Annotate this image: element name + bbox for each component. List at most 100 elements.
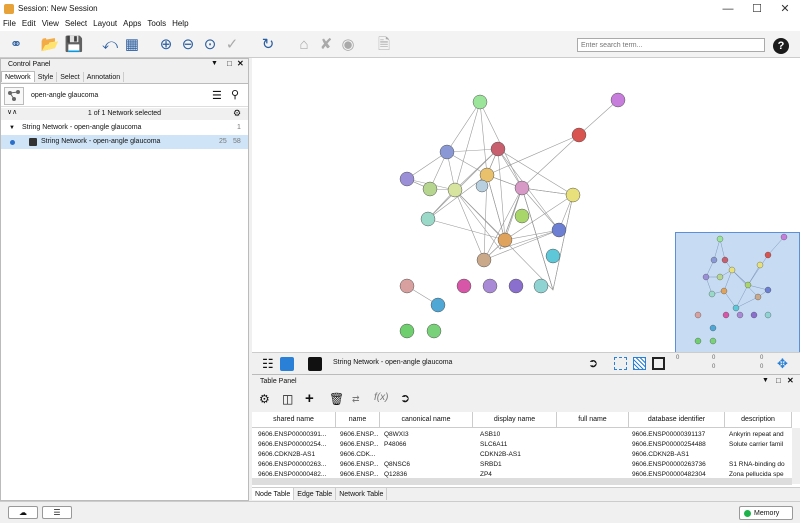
- col-name[interactable]: name: [336, 412, 380, 428]
- table-cell[interactable]: Solute carrier famil: [729, 440, 789, 449]
- table-cell[interactable]: 9606.ENSP00000263736: [632, 460, 724, 469]
- table-cell[interactable]: 9606.ENSP00000254488: [632, 440, 724, 449]
- node[interactable]: [439, 144, 455, 160]
- tab-style[interactable]: Style: [35, 72, 58, 82]
- export-icon[interactable]: 🗎: [374, 35, 394, 55]
- tree-child-row[interactable]: String Network - open-angle glaucoma 25 …: [1, 135, 248, 149]
- node[interactable]: [422, 181, 438, 197]
- maximize-button[interactable]: ☐: [742, 0, 772, 18]
- menu-tools[interactable]: Tools: [144, 18, 169, 28]
- memory-button[interactable]: Memory: [739, 506, 793, 520]
- col-canonical-name[interactable]: canonical name: [380, 412, 473, 428]
- table-cell[interactable]: [384, 450, 470, 459]
- table-cell[interactable]: Q8NSC6: [384, 460, 470, 469]
- tab-network-table[interactable]: Network Table: [336, 488, 388, 500]
- table-scrollbar[interactable]: [792, 428, 800, 484]
- task-list-icon[interactable]: ☰: [42, 506, 72, 519]
- node[interactable]: [545, 248, 561, 264]
- float-icon[interactable]: □: [776, 376, 781, 385]
- node[interactable]: [514, 180, 530, 196]
- query-source-icon[interactable]: [4, 87, 24, 105]
- edit-network-icon[interactable]: [308, 357, 322, 371]
- zoom-out-icon[interactable]: ⊖: [178, 35, 198, 55]
- table-row[interactable]: 9606.ENSP00000254... 9606.ENSP... P48066 SL…: [252, 440, 792, 450]
- node[interactable]: [565, 187, 581, 203]
- show-icon[interactable]: ◉: [338, 35, 358, 55]
- close-panel-icon[interactable]: ✕: [237, 59, 244, 68]
- select-edges-icon[interactable]: [633, 357, 646, 370]
- gear-icon[interactable]: ⚙: [233, 108, 241, 119]
- table-cell[interactable]: [729, 450, 789, 459]
- hide-icon[interactable]: ✘: [316, 35, 336, 55]
- table-cell[interactable]: [561, 440, 627, 449]
- zoom-in-icon[interactable]: ⊕: [156, 35, 176, 55]
- zoom-fit-icon[interactable]: ⊙: [200, 35, 220, 55]
- table-cell[interactable]: 9606.ENSP...: [340, 440, 380, 449]
- table-cell[interactable]: Ankyrin repeat and: [729, 430, 789, 439]
- table-cell[interactable]: 9606.CDK...: [340, 450, 380, 459]
- share-network-icon[interactable]: [280, 357, 294, 371]
- table-cell[interactable]: 9606.ENSP...: [340, 430, 380, 439]
- tab-edge-table[interactable]: Edge Table: [294, 488, 337, 500]
- gear-icon[interactable]: ⚙: [259, 392, 270, 406]
- zoom-selected-icon[interactable]: ✓: [222, 35, 242, 55]
- node[interactable]: [447, 182, 463, 198]
- table-cell[interactable]: S1 RNA-binding do: [729, 460, 789, 469]
- dropdown-icon[interactable]: ▼: [211, 60, 218, 67]
- node[interactable]: [514, 208, 530, 224]
- node[interactable]: [571, 127, 587, 143]
- table-cell[interactable]: 9606.ENSP...: [340, 460, 380, 469]
- grid-view-icon[interactable]: ☷: [262, 356, 274, 372]
- table-cell[interactable]: 9606.ENSP00000263...: [258, 460, 336, 469]
- horizontal-scrollbar[interactable]: [252, 478, 792, 485]
- table-cell[interactable]: 9606.ENSP00000391137: [632, 430, 724, 439]
- import-table-icon[interactable]: ▦: [122, 35, 142, 55]
- node[interactable]: [430, 297, 446, 313]
- add-column-icon[interactable]: +: [305, 390, 314, 407]
- node[interactable]: [476, 252, 492, 268]
- export-image-icon[interactable]: ➲: [588, 356, 598, 370]
- menu-file[interactable]: File: [0, 18, 19, 28]
- col-shared-name[interactable]: shared name: [252, 412, 336, 428]
- col-display-name[interactable]: display name: [473, 412, 557, 428]
- close-panel-icon[interactable]: ✕: [787, 376, 794, 385]
- table-cell[interactable]: CDKN2B-AS1: [480, 450, 556, 459]
- new-session-icon[interactable]: ⚭: [6, 35, 26, 55]
- node[interactable]: [490, 141, 506, 157]
- table-row[interactable]: 9606.ENSP00000391... 9606.ENSP... Q8WXI3 AS…: [252, 430, 792, 440]
- function-icon[interactable]: f(x): [374, 392, 388, 403]
- save-icon[interactable]: 💾: [64, 35, 84, 55]
- link-icon[interactable]: ⇄: [352, 394, 360, 405]
- col-description[interactable]: description: [725, 412, 792, 428]
- help-icon[interactable]: ?: [773, 38, 789, 54]
- table-row[interactable]: 9606.ENSP00000263... 9606.ENSP... Q8NSC6 SR…: [252, 460, 792, 470]
- table-cell[interactable]: [561, 430, 627, 439]
- tab-network[interactable]: Network: [1, 71, 35, 82]
- node[interactable]: [610, 92, 626, 108]
- node[interactable]: [551, 222, 567, 238]
- network-nodes[interactable]: [399, 92, 626, 339]
- node[interactable]: [482, 278, 498, 294]
- cloud-icon[interactable]: ☁: [8, 506, 38, 519]
- col-full-name[interactable]: full name: [557, 412, 629, 428]
- node[interactable]: [426, 323, 442, 339]
- node[interactable]: [399, 323, 415, 339]
- dropdown-icon[interactable]: ▼: [762, 377, 769, 384]
- node[interactable]: [456, 278, 472, 294]
- table-cell[interactable]: SRBD1: [480, 460, 556, 469]
- menu-select[interactable]: Select: [62, 18, 90, 28]
- table-cell[interactable]: 9606.CDKN2B-AS1: [632, 450, 724, 459]
- expand-icon[interactable]: ▼: [9, 121, 15, 135]
- search-icon[interactable]: ⚲: [231, 88, 239, 101]
- tab-annotation[interactable]: Annotation: [84, 72, 125, 82]
- table-row[interactable]: 9606.CDKN2B-AS1 9606.CDK... CDKN2B-AS1 9606…: [252, 450, 792, 460]
- node[interactable]: [399, 278, 415, 294]
- table-cell[interactable]: 9606.ENSP00000391...: [258, 430, 336, 439]
- table-cell[interactable]: [561, 450, 627, 459]
- node[interactable]: [420, 211, 436, 227]
- node[interactable]: [472, 94, 488, 110]
- columns-icon[interactable]: ◫: [282, 392, 293, 406]
- menu-edit[interactable]: Edit: [19, 18, 39, 28]
- tree-root-row[interactable]: ▼ String Network - open-angle glaucoma 1: [1, 121, 248, 135]
- table-cell[interactable]: ASB10: [480, 430, 556, 439]
